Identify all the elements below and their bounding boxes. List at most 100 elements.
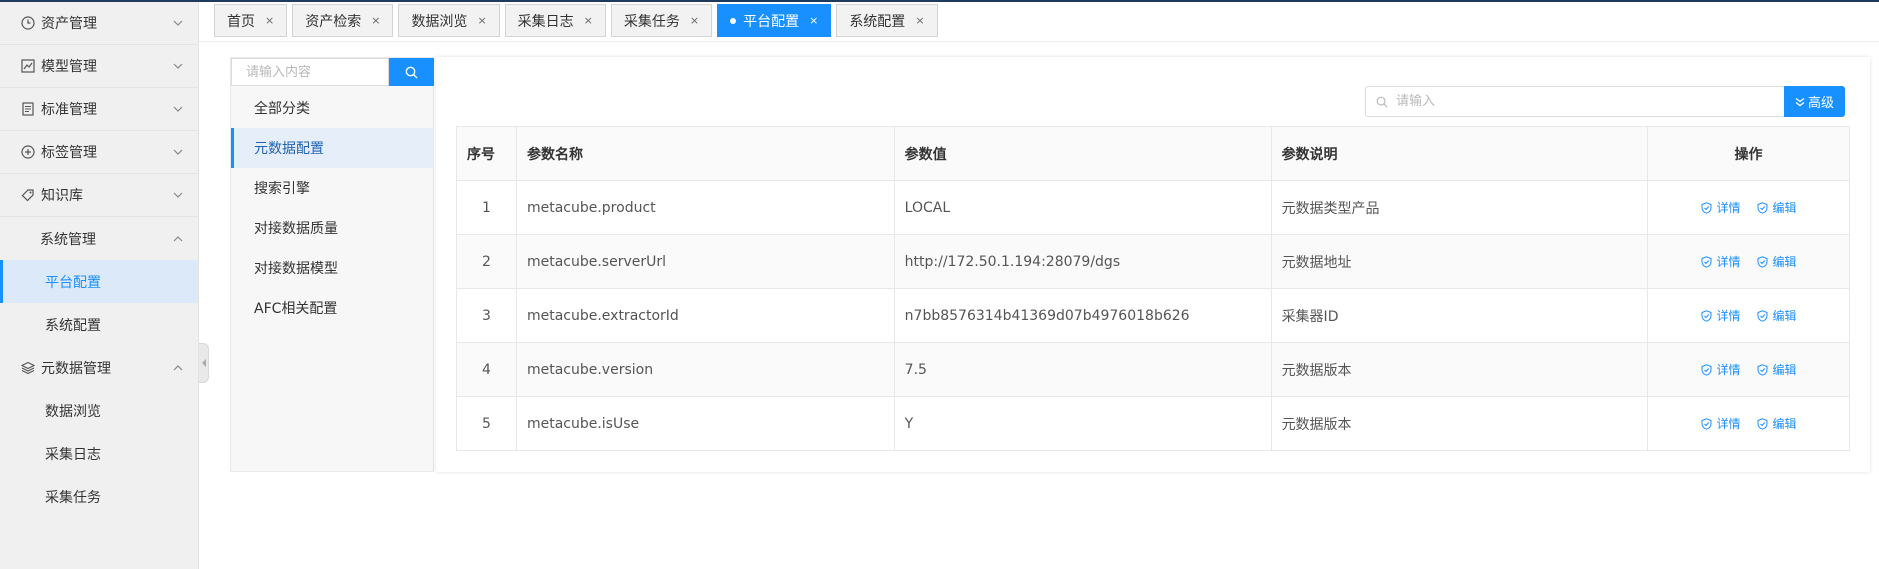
category-data-quality[interactable]: 对接数据质量 <box>231 208 434 248</box>
shield-check-icon <box>1757 363 1768 376</box>
cell-ops: 详情 编辑 <box>1647 234 1850 289</box>
detail-label: 详情 <box>1716 363 1741 377</box>
table-header-row: 序号 参数名称 参数值 参数说明 操作 <box>456 126 1850 181</box>
tab-home[interactable]: 首页 × <box>214 4 288 37</box>
chevron-left-icon <box>201 359 206 367</box>
tab-collect-log[interactable]: 采集日志 × <box>504 4 606 37</box>
category-search-engine[interactable]: 搜索引擎 <box>231 168 434 208</box>
category-afc-config[interactable]: AFC相关配置 <box>231 288 434 328</box>
shield-check-icon <box>1701 255 1712 268</box>
edit-button[interactable]: 编辑 <box>1757 361 1797 378</box>
table-row: 1 metacube.product LOCAL 元数据类型产品 详情 编辑 <box>456 180 1850 235</box>
clock-icon <box>20 15 36 31</box>
detail-label: 详情 <box>1716 201 1741 215</box>
sidebar-item-label: 采集任务 <box>45 489 101 506</box>
sidebar-item-tag-mgmt[interactable]: 标签管理 <box>0 131 198 174</box>
sidebar-item-metadata-mgmt[interactable]: 元数据管理 <box>0 346 198 389</box>
table-search-input[interactable] <box>1394 93 1774 110</box>
close-icon[interactable]: × <box>809 14 818 27</box>
close-icon[interactable]: × <box>477 14 486 27</box>
tab-data-browse[interactable]: 数据浏览 × <box>398 4 500 37</box>
category-list: 全部分类 元数据配置 搜索引擎 对接数据质量 对接数据模型 AFC相关配置 <box>231 88 434 328</box>
sidebar-item-platform-config[interactable]: 平台配置 <box>0 260 198 303</box>
close-icon[interactable]: × <box>690 14 699 27</box>
sidebar-item-asset-mgmt[interactable]: 资产管理 <box>0 2 198 45</box>
shield-check-icon <box>1701 417 1712 430</box>
tab-platform-config[interactable]: 平台配置 × <box>717 4 832 37</box>
sidebar-item-label: 模型管理 <box>41 59 97 75</box>
sidebar-item-label: 标签管理 <box>41 145 97 161</box>
close-icon[interactable]: × <box>265 14 274 27</box>
shield-check-icon <box>1757 309 1768 322</box>
cell-no: 5 <box>456 396 517 451</box>
cell-no: 4 <box>456 342 517 397</box>
close-icon[interactable]: × <box>371 14 380 27</box>
edit-button[interactable]: 编辑 <box>1757 199 1797 216</box>
cell-name: metacube.isUse <box>515 396 895 451</box>
edit-label: 编辑 <box>1772 363 1797 377</box>
sidebar-item-label: 采集日志 <box>45 446 101 463</box>
sidebar-item-system-config[interactable]: 系统配置 <box>0 303 198 346</box>
sidebar-item-collect-task[interactable]: 采集任务 <box>0 475 198 518</box>
chevron-up-icon <box>172 362 184 374</box>
sidebar-item-model-mgmt[interactable]: 模型管理 <box>0 45 198 88</box>
edit-label: 编辑 <box>1772 417 1797 431</box>
category-all[interactable]: 全部分类 <box>231 88 434 128</box>
active-dot-icon <box>730 17 737 24</box>
plus-circle-icon <box>20 144 36 160</box>
detail-button[interactable]: 详情 <box>1701 415 1741 432</box>
header-value: 参数值 <box>893 126 1272 181</box>
cell-ops: 详情 编辑 <box>1647 342 1850 397</box>
category-search-input[interactable] <box>231 58 389 86</box>
detail-label: 详情 <box>1716 255 1741 269</box>
edit-button[interactable]: 编辑 <box>1757 253 1797 270</box>
tab-asset-search[interactable]: 资产检索 × <box>292 4 394 37</box>
cell-no: 1 <box>456 180 517 235</box>
table-row: 2 metacube.serverUrl http://172.50.1.194… <box>456 234 1850 289</box>
chevron-down-icon <box>172 17 184 29</box>
detail-button[interactable]: 详情 <box>1701 253 1741 270</box>
close-icon[interactable]: × <box>584 14 593 27</box>
table-search <box>1365 86 1785 117</box>
edit-label: 编辑 <box>1772 201 1797 215</box>
sidebar-item-standard-mgmt[interactable]: 标准管理 <box>0 88 198 131</box>
detail-button[interactable]: 详情 <box>1701 307 1741 324</box>
edit-label: 编辑 <box>1772 309 1797 323</box>
sidebar-item-label: 平台配置 <box>45 274 101 291</box>
sidebar: 资产管理 模型管理 标准管理 标签管理 知识库 系统管理 平台配置 系统配置 元… <box>0 2 199 569</box>
edit-button[interactable]: 编辑 <box>1757 415 1797 432</box>
cell-value: Y <box>893 396 1272 451</box>
shield-check-icon <box>1701 363 1712 376</box>
sidebar-item-collect-log[interactable]: 采集日志 <box>0 432 198 475</box>
sidebar-item-system-mgmt[interactable]: 系统管理 <box>0 217 198 260</box>
tab-divider <box>199 41 1879 42</box>
cell-value: n7bb8576314b41369d07b4976018b626 <box>893 288 1272 343</box>
cell-desc: 元数据地址 <box>1270 234 1649 289</box>
search-icon <box>405 66 418 78</box>
category-search-button[interactable] <box>389 58 434 86</box>
sidebar-item-label: 标准管理 <box>41 102 97 118</box>
shield-check-icon <box>1757 201 1768 214</box>
shield-check-icon <box>1701 201 1712 214</box>
category-data-model[interactable]: 对接数据模型 <box>231 248 434 288</box>
advanced-search-button[interactable]: 高级 <box>1784 86 1845 117</box>
tab-collect-task[interactable]: 采集任务 × <box>610 4 713 37</box>
header-name: 参数名称 <box>515 126 895 181</box>
cell-ops: 详情 编辑 <box>1647 180 1850 235</box>
tab-label: 资产检索 <box>305 13 362 30</box>
detail-button[interactable]: 详情 <box>1701 199 1741 216</box>
category-metadata-config[interactable]: 元数据配置 <box>231 128 434 168</box>
chevron-up-icon <box>172 233 184 245</box>
sidebar-item-knowledge-base[interactable]: 知识库 <box>0 174 198 217</box>
edit-button[interactable]: 编辑 <box>1757 307 1797 324</box>
detail-button[interactable]: 详情 <box>1701 361 1741 378</box>
tab-system-config[interactable]: 系统配置 × <box>836 4 938 37</box>
cell-desc: 采集器ID <box>1270 288 1649 343</box>
sidebar-item-label: 系统配置 <box>45 317 101 334</box>
close-icon[interactable]: × <box>915 14 924 27</box>
tab-label: 采集日志 <box>517 13 574 30</box>
sidebar-collapse-handle[interactable] <box>199 343 209 383</box>
header-no: 序号 <box>456 126 517 181</box>
sidebar-item-data-browse[interactable]: 数据浏览 <box>0 389 198 432</box>
document-icon <box>20 101 36 117</box>
